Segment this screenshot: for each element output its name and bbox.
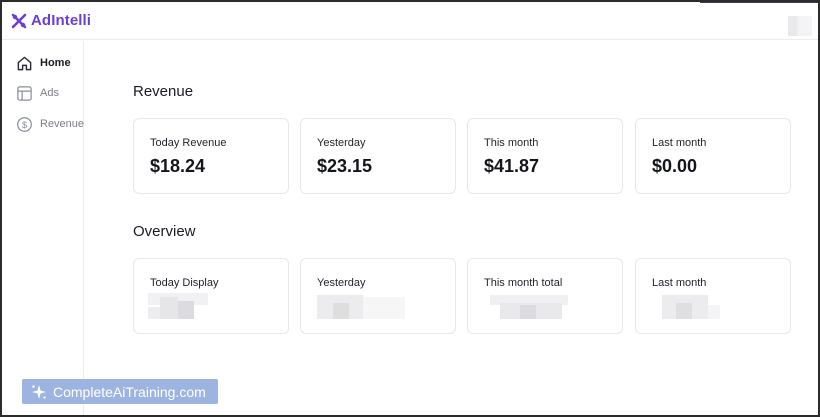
watermark-banner: CompleteAiTraining.com: [22, 379, 218, 404]
card-label: Yesterday: [317, 277, 366, 289]
sidebar-item-ads[interactable]: Ads: [16, 83, 59, 103]
sidebar-item-revenue[interactable]: $ Revenue: [16, 114, 84, 134]
card-label: Today Display: [150, 277, 219, 289]
card-label: This month: [484, 137, 539, 149]
overview-card-last-month: Last month: [635, 258, 791, 334]
card-label: Last month: [652, 277, 707, 289]
home-icon: [16, 55, 33, 72]
app-header: AdIntelli: [2, 2, 818, 40]
blurred-value: [313, 293, 405, 321]
overview-card-today-display: Today Display: [133, 258, 289, 334]
sidebar: Home Ads $ Revenue: [2, 41, 84, 415]
blurred-value: [146, 293, 210, 321]
card-label: Today Revenue: [150, 137, 227, 149]
brand-icon: [11, 13, 27, 28]
brand-logo[interactable]: AdIntelli: [11, 12, 91, 29]
card-label: This month total: [484, 277, 563, 289]
card-label: Last month: [652, 137, 707, 149]
card-label: Yesterday: [317, 137, 366, 149]
user-avatar[interactable]: [788, 16, 812, 36]
sidebar-item-label: Ads: [40, 87, 59, 99]
overview-card-yesterday: Yesterday: [300, 258, 456, 334]
revenue-section-title: Revenue: [133, 83, 194, 100]
card-value: $18.24: [150, 156, 206, 176]
revenue-card-last-month: Last month $0.00: [635, 118, 791, 194]
overview-card-this-month-total: This month total: [467, 258, 623, 334]
revenue-card-today: Today Revenue $18.24: [133, 118, 289, 194]
revenue-card-yesterday: Yesterday $23.15: [300, 118, 456, 194]
sidebar-item-label: Revenue: [40, 118, 85, 130]
svg-text:$: $: [22, 119, 28, 130]
card-value: $23.15: [317, 156, 373, 176]
dollar-circle-icon: $: [16, 116, 33, 133]
sidebar-item-home[interactable]: Home: [16, 53, 71, 73]
revenue-card-this-month: This month $41.87: [467, 118, 623, 194]
sidebar-item-label: Home: [40, 57, 71, 69]
card-value: $0.00: [652, 156, 698, 176]
overview-section-title: Overview: [133, 223, 196, 240]
blurred-value: [480, 293, 570, 321]
blurred-value: [648, 293, 720, 321]
watermark-text: CompleteAiTraining.com: [53, 383, 206, 400]
layout-icon: [16, 85, 33, 102]
window-frame: [0, 0, 820, 417]
card-value: $41.87: [484, 156, 540, 176]
sparkle-icon: [32, 384, 46, 399]
brand-name: AdIntelli: [31, 12, 92, 29]
